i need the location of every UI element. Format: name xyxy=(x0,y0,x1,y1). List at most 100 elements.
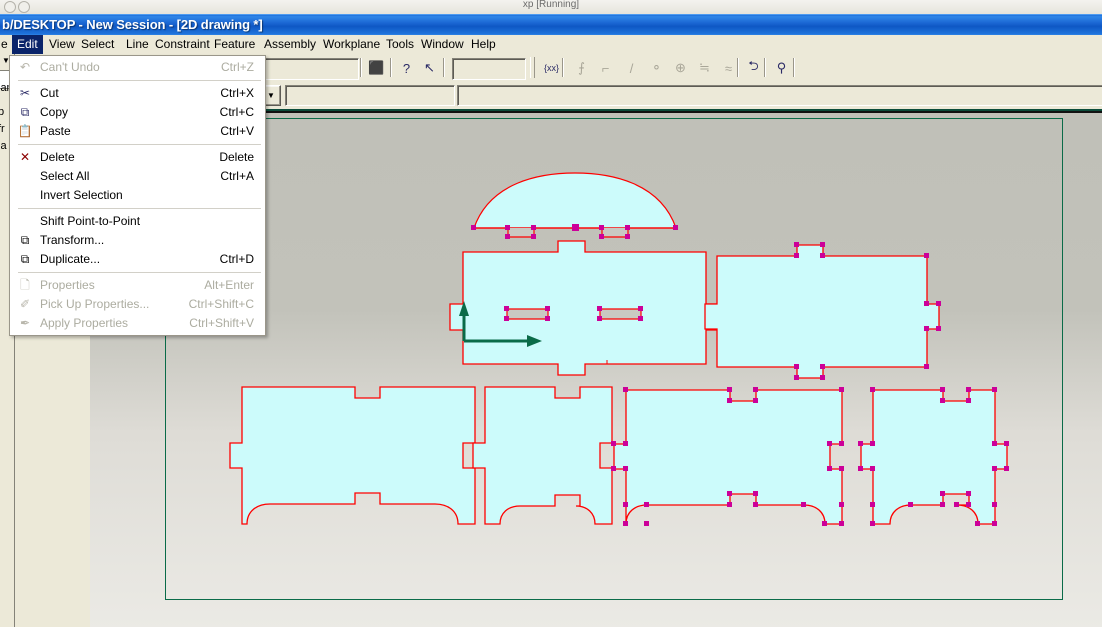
menu-item-invert-selection[interactable]: Invert Selection xyxy=(10,186,265,205)
left-panel-row[interactable]: la xyxy=(0,140,7,152)
menu-item-label: Paste xyxy=(40,124,71,138)
menubar-item-select[interactable]: Select xyxy=(76,35,119,54)
left-panel-row[interactable]: fr xyxy=(0,123,5,135)
window-title: b/DESKTOP - New Session - [2D drawing *] xyxy=(2,17,263,32)
menu-item-copy[interactable]: ⧉ Copy Ctrl+C xyxy=(10,103,265,122)
arched-lid-part[interactable] xyxy=(471,172,678,239)
application-window: xp [Running] b/DESKTOP - New Session - [… xyxy=(0,0,1102,627)
menu-item-delete[interactable]: ✕ Delete Delete xyxy=(10,148,265,167)
menubar-item-tools[interactable]: Tools xyxy=(381,35,419,54)
toolbar-text-field-5[interactable] xyxy=(457,85,1102,106)
clipboard-icon: 📋 xyxy=(17,124,33,138)
menu-item-label: Apply Properties xyxy=(40,316,129,330)
concentric-icon: ⊕ xyxy=(675,60,686,75)
red-x-icon: ✕ xyxy=(19,150,31,164)
menu-separator xyxy=(18,80,261,81)
menu-separator xyxy=(18,208,261,209)
menu-item-shortcut: Ctrl+D xyxy=(219,252,254,266)
duplicate-icon: ⧉ xyxy=(20,252,30,266)
menubar-item-workplane[interactable]: Workplane xyxy=(318,35,385,54)
menu-item-paste[interactable]: 📋 Paste Ctrl+V xyxy=(10,122,265,141)
menu-item-select-all[interactable]: Select All Ctrl+A xyxy=(10,167,265,186)
panel-bottom-4[interactable] xyxy=(858,387,1009,526)
panel-bottom-2[interactable] xyxy=(472,386,613,525)
menu-item-label: Cut xyxy=(40,86,59,100)
toolbar-grip-2[interactable] xyxy=(530,57,535,78)
help-question-icon[interactable]: ? xyxy=(395,57,418,79)
menubar-item-help[interactable]: Help xyxy=(466,35,501,54)
toolbar-text-field-3[interactable] xyxy=(452,58,526,80)
menu-item-pick-up-properties: ✐ Pick Up Properties... Ctrl+Shift+C xyxy=(10,295,265,314)
variable-xx-icon[interactable]: {xx} xyxy=(540,57,563,79)
chevron-down-icon: ▼ xyxy=(267,91,275,100)
menu-item-label: Duplicate... xyxy=(40,252,101,266)
menu-item-transform[interactable]: ⧉ Transform... xyxy=(10,231,265,250)
menu-item-duplicate[interactable]: ⧉ Duplicate... Ctrl+D xyxy=(10,250,265,269)
menubar-item-window[interactable]: Window xyxy=(416,35,469,54)
context-help-icon[interactable]: ↖ xyxy=(418,57,441,79)
eyedropper-icon: ✐ xyxy=(19,297,31,311)
battery-toggle-icon[interactable]: ⬛ xyxy=(365,57,388,79)
toolbar-separator-3 xyxy=(443,58,445,77)
menu-item-cut[interactable]: ✂ Cut Ctrl+X xyxy=(10,84,265,103)
menu-item-shift-point-to-point[interactable]: Shift Point-to-Point xyxy=(10,212,265,231)
menu-item-label: Invert Selection xyxy=(40,188,123,202)
panel-bottom-3[interactable] xyxy=(611,387,844,526)
menubar-item-line[interactable]: Line xyxy=(121,35,154,54)
menu-item-label: Properties xyxy=(40,278,95,292)
toolbar-separator-7 xyxy=(793,58,795,77)
copy-pages-icon: ⧉ xyxy=(20,105,30,119)
menu-item-label: Delete xyxy=(40,150,75,164)
menu-item-label: Shift Point-to-Point xyxy=(40,214,141,228)
dimension-icon: ⨍ xyxy=(578,60,585,75)
undo-arrow-icon: ↶ xyxy=(19,60,31,74)
menu-item-label: Copy xyxy=(40,105,69,119)
zoom-magnifier-icon[interactable]: ⚲ xyxy=(770,57,793,79)
menu-item-shortcut: Ctrl+A xyxy=(220,169,254,183)
menubar-item-view[interactable]: View xyxy=(44,35,80,54)
menu-item-can-t-undo: ↶ Can't Undo Ctrl+Z xyxy=(10,58,265,77)
vm-host-strip: xp [Running] xyxy=(0,0,1102,15)
panel-bottom-1[interactable] xyxy=(229,386,476,525)
transform-icon: ⧉ xyxy=(20,233,30,247)
menu-item-shortcut: Ctrl+V xyxy=(220,124,254,138)
apply-brush-icon: ✒ xyxy=(19,316,31,330)
menu-item-shortcut: Ctrl+X xyxy=(220,86,254,100)
menubar-item-feature[interactable]: Feature xyxy=(209,35,260,54)
menu-item-shortcut: Delete xyxy=(219,150,254,164)
menu-item-label: Transform... xyxy=(40,233,105,247)
properties-sheet-icon: 🗋 xyxy=(20,278,30,292)
menubar-item-constraint[interactable]: Constraint xyxy=(150,35,215,54)
menu-item-label: Pick Up Properties... xyxy=(40,297,150,311)
menu-item-shortcut: Ctrl+Z xyxy=(221,60,254,74)
toolbar-text-field-2[interactable] xyxy=(262,58,359,80)
menu-item-label: Can't Undo xyxy=(40,60,100,74)
window-titlebar[interactable]: b/DESKTOP - New Session - [2D drawing *] xyxy=(0,14,1102,36)
menubar[interactable]: e Edit View Select Line Constraint Feature Asse… xyxy=(0,35,1102,55)
menu-item-shortcut: Ctrl+Shift+V xyxy=(189,316,254,330)
menu-item-label: Select All xyxy=(40,169,90,183)
menu-item-shortcut: Ctrl+C xyxy=(219,105,254,119)
menubar-item-edit[interactable]: Edit xyxy=(12,35,43,54)
panel-top-right[interactable] xyxy=(704,242,941,380)
parallel-icon: ≈ xyxy=(724,60,733,76)
menu-item-properties: 🗋 Properties Alt+Enter xyxy=(10,276,265,295)
edit-dropdown-menu[interactable]: ↶ Can't Undo Ctrl+Z ✂ Cut Ctrl+X ⧉ Copy Ctrl+C 📋 P… xyxy=(9,55,266,336)
menu-item-shortcut: Ctrl+Shift+C xyxy=(188,297,254,311)
line-icon: / xyxy=(629,60,634,76)
main-body-top-left[interactable] xyxy=(449,240,719,376)
magnet-icon[interactable]: ⮌ xyxy=(742,57,765,79)
toolbar-text-field-4[interactable] xyxy=(285,85,455,106)
menu-item-shortcut: Alt+Enter xyxy=(204,278,254,292)
toolbar-separator-2 xyxy=(390,58,392,77)
vm-host-title: xp [Running] xyxy=(522,0,580,10)
left-panel-row[interactable]: b xyxy=(0,106,4,118)
menu-item-apply-properties: ✒ Apply Properties Ctrl+Shift+V xyxy=(10,314,265,333)
scissors-icon: ✂ xyxy=(19,86,31,100)
tangent-icon: ⚬ xyxy=(651,60,662,75)
menu-separator xyxy=(18,144,261,145)
menu-separator xyxy=(18,272,261,273)
corner-constraint-icon: ⌐ xyxy=(601,60,610,76)
menubar-item-assembly[interactable]: Assembly xyxy=(259,35,321,54)
menubar-item-e[interactable]: e xyxy=(0,35,13,54)
